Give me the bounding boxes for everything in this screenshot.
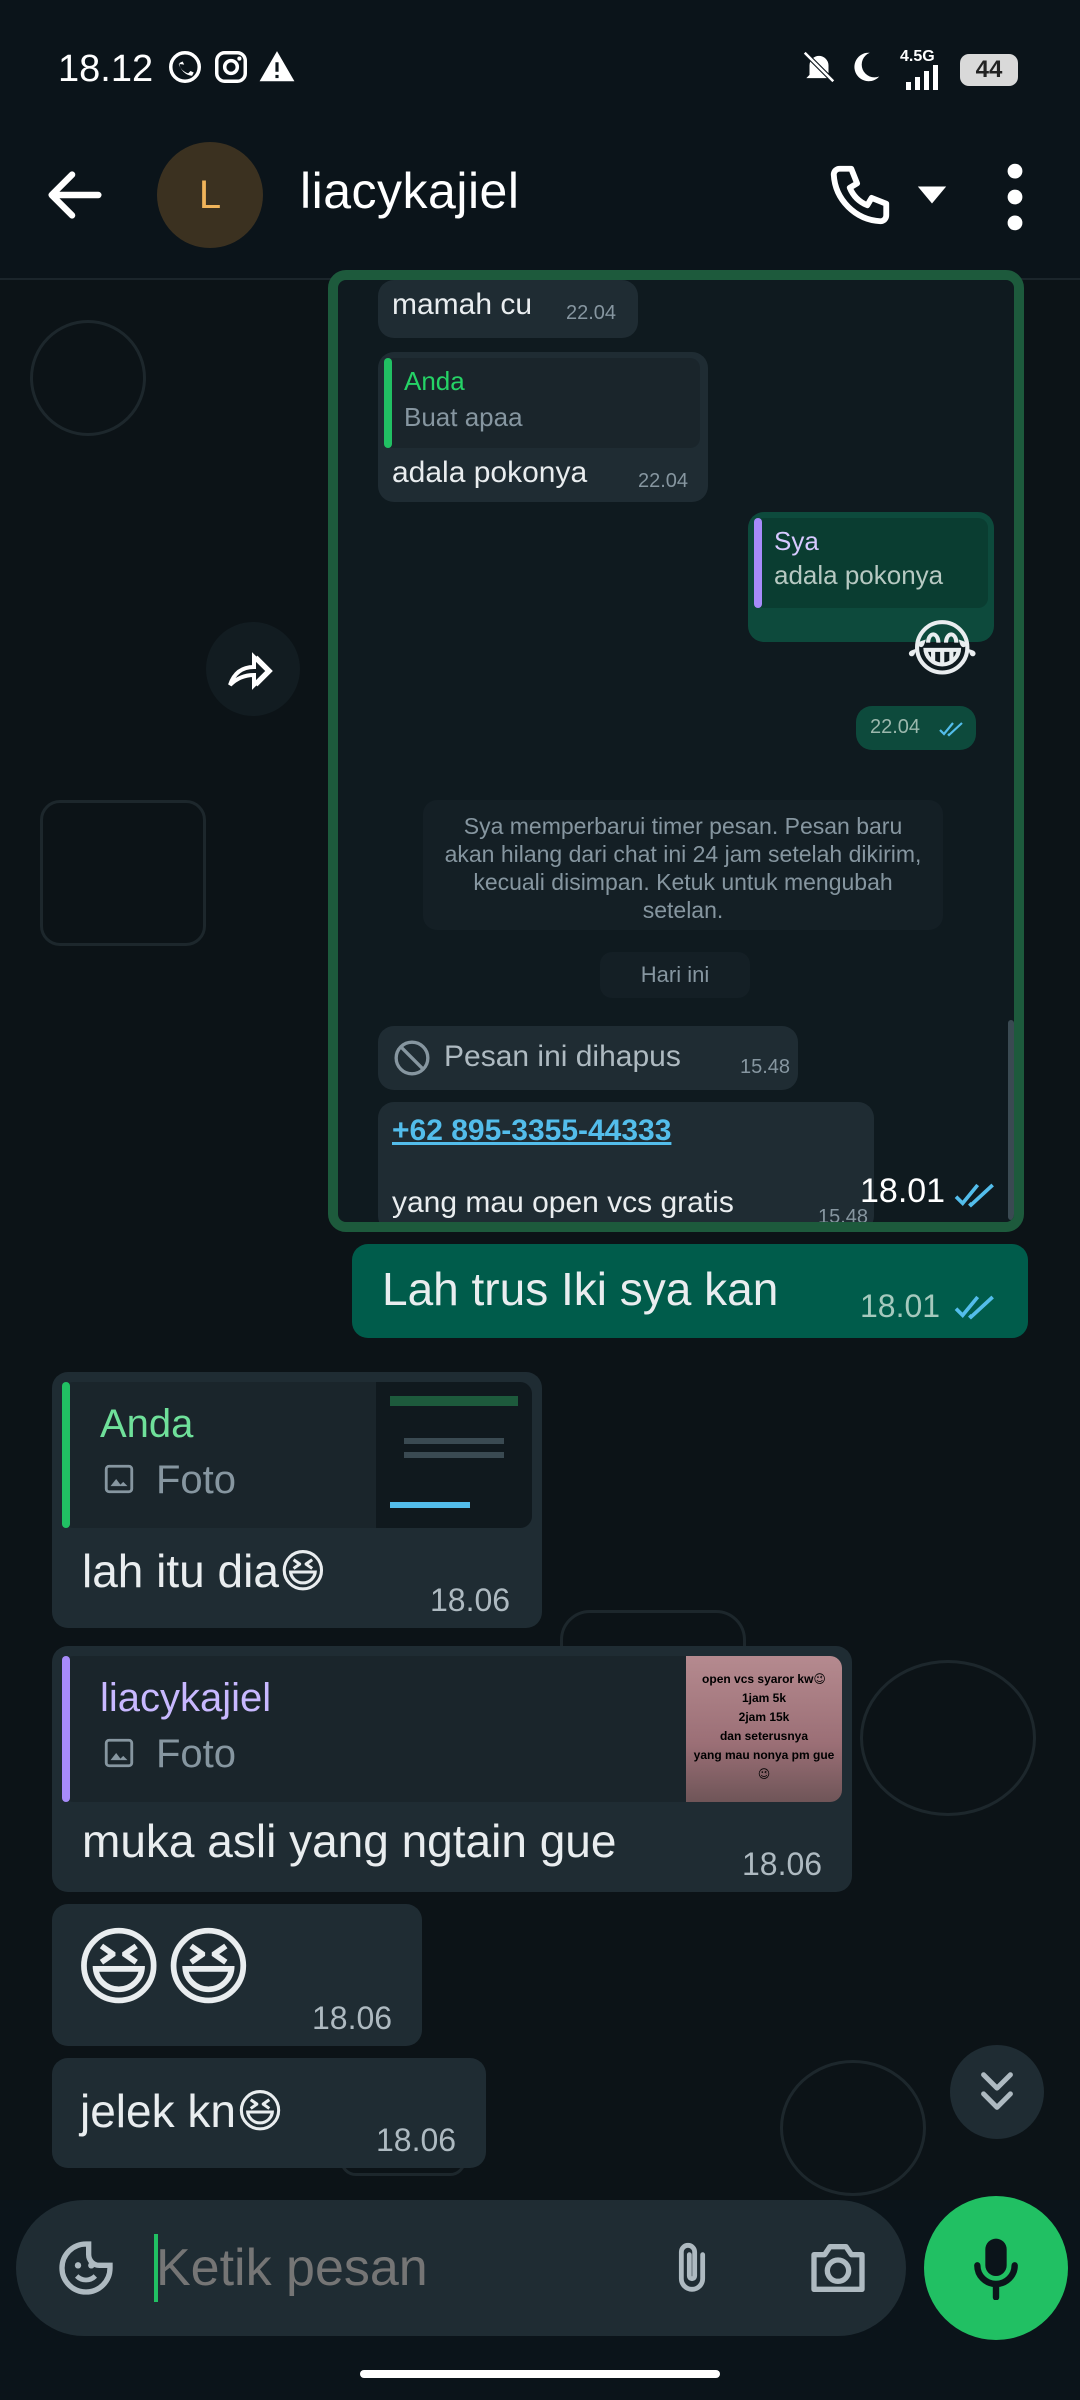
thumbnail-stripe: [404, 1452, 504, 1458]
reply-thumbnail: [376, 1382, 532, 1528]
thumbnail-text: open vcs syaror kw😉 1jam 5k 2jam 15k dan…: [686, 1670, 842, 1784]
thumbnail-line: yang mau nonya pm gue: [693, 1748, 835, 1762]
message-composer: [16, 2200, 906, 2336]
reply-author: Anda: [404, 366, 465, 396]
incoming-message[interactable]: jelek kn😆 18.06: [52, 2058, 486, 2168]
instagram-notification-icon: [215, 51, 247, 83]
message-time: 18.01: [860, 1288, 941, 1324]
reply-author: liacykajiel: [100, 1676, 272, 1720]
reply-accent-bar: [754, 518, 762, 608]
more-options-icon[interactable]: [995, 160, 1035, 234]
reply-author: Sya: [774, 526, 819, 556]
deleted-text: Pesan ini dihapus: [444, 1040, 681, 1073]
message-input[interactable]: [156, 2230, 636, 2306]
thumbnail-stripe: [390, 1502, 470, 1508]
thumbnail-line: 2jam 15k: [738, 1710, 790, 1724]
battery-icon: 44: [960, 54, 1018, 86]
reply-accent-bar: [62, 1382, 70, 1528]
thumbnail-stripe: [390, 1396, 518, 1406]
thumbnail-line: dan seterusnya: [719, 1729, 809, 1743]
reply-text: adala pokonya: [774, 560, 944, 590]
message-time: 18.06: [376, 2122, 457, 2158]
do-not-disturb-moon-icon: [854, 52, 880, 82]
thumbnail-line: 😉: [757, 1767, 771, 1781]
emoji-message: 😆😆: [74, 1920, 254, 2016]
screenshot-message-text: adala pokonya: [392, 456, 588, 489]
reply-type: Foto: [156, 1732, 237, 1776]
scroll-indicator: [1008, 1020, 1014, 1220]
reply-thumbnail: open vcs syaror kw😉 1jam 5k 2jam 15k dan…: [686, 1656, 842, 1802]
message-time: 22.04: [566, 302, 617, 324]
signal-icon: [906, 65, 938, 90]
message-time: 18.06: [312, 2000, 393, 2036]
reply-accent-bar: [384, 358, 392, 448]
reply-accent-bar: [62, 1656, 70, 1802]
contact-name[interactable]: liacykajiel: [300, 162, 519, 220]
reply-type: Foto: [156, 1458, 237, 1502]
message-time: 22.04: [638, 470, 689, 492]
phone-link: +62 895-3355-44333: [392, 1114, 672, 1147]
read-receipt-icon: [939, 722, 963, 737]
image-time: 18.01: [860, 1172, 946, 1210]
forward-icon: [228, 652, 273, 690]
reply-text: Buat apaa: [404, 402, 523, 432]
forwarded-screenshot-image[interactable]: mamah cu 22.04 Anda Buat apaa adala poko…: [328, 270, 1024, 1232]
chevron-down-icon[interactable]: [915, 182, 949, 208]
voice-message-button[interactable]: [924, 2196, 1068, 2340]
reply-author: Anda: [100, 1402, 194, 1446]
date-chip: Hari ini: [600, 952, 750, 998]
deleted-message-bubble: Pesan ini dihapus 15.48: [378, 1026, 798, 1090]
message-time: 18.06: [430, 1582, 511, 1618]
voice-call-icon[interactable]: [825, 160, 895, 230]
home-indicator[interactable]: [360, 2370, 720, 2378]
back-arrow-icon[interactable]: [40, 160, 110, 230]
emoji-message: 😂: [906, 615, 979, 684]
thumbnail-line: open vcs syaror kw😉: [702, 1672, 826, 1686]
system-notice: Sya memperbarui timer pesan. Pesan baru …: [423, 800, 943, 930]
message-time: 15.48: [740, 1056, 791, 1078]
avatar[interactable]: L: [157, 142, 263, 248]
screenshot-message-text: mamah cu: [392, 288, 533, 321]
camera-icon[interactable]: [806, 2238, 870, 2298]
message-text: Lah trus Iki sya kan: [382, 1263, 779, 1315]
message-time: 22.04: [870, 716, 921, 738]
message-time: 18.06: [742, 1846, 823, 1882]
scroll-to-bottom-button[interactable]: [950, 2045, 1044, 2139]
incoming-message[interactable]: liacykajiel Foto open vcs syaror kw😉 1ja…: [52, 1646, 852, 1892]
link-message-bubble: +62 895-3355-44333 yang mau open vcs gra…: [378, 1102, 874, 1222]
message-text: lah itu dia😆: [82, 1545, 327, 1597]
status-time: 18.12: [58, 48, 154, 90]
screenshot-reply-bubble: Anda Buat apaa adala pokonya 22.04: [378, 352, 708, 502]
warning-icon: [259, 51, 295, 82]
date-chip-text: Hari ini: [640, 962, 710, 987]
system-notice-text: Sya memperbarui timer pesan. Pesan baru …: [444, 813, 922, 923]
screenshot-message-text: yang mau open vcs gratis: [392, 1186, 734, 1219]
attach-paperclip-icon[interactable]: [660, 2236, 724, 2300]
read-receipt-icon: [954, 1183, 994, 1208]
forward-button[interactable]: [206, 622, 300, 716]
message-text: jelek kn😆: [80, 2085, 284, 2137]
image-icon: [104, 1464, 134, 1494]
outgoing-message[interactable]: Lah trus Iki sya kan 18.01: [352, 1244, 1028, 1338]
double-chevron-down-icon: [981, 2072, 1013, 2110]
image-icon: [104, 1738, 134, 1768]
read-receipt-icon: [954, 1295, 994, 1320]
whatsapp-notification-icon: [169, 51, 201, 83]
screenshot-message-bubble: mamah cu 22.04: [378, 280, 638, 338]
sticker-emoji-icon[interactable]: [54, 2236, 118, 2300]
deleted-icon: [394, 1040, 430, 1076]
mute-bell-icon: [803, 51, 835, 83]
emoji-meta-bubble: 22.04: [856, 706, 976, 750]
thumbnail-line: 1jam 5k: [741, 1691, 787, 1705]
thumbnail-stripe: [404, 1438, 504, 1444]
incoming-message[interactable]: 😆😆 18.06: [52, 1904, 422, 2046]
microphone-icon: [974, 2238, 1018, 2300]
message-text: muka asli yang ngtain gue: [82, 1815, 617, 1867]
incoming-message[interactable]: Anda Foto lah itu dia😆 18.06: [52, 1372, 542, 1628]
